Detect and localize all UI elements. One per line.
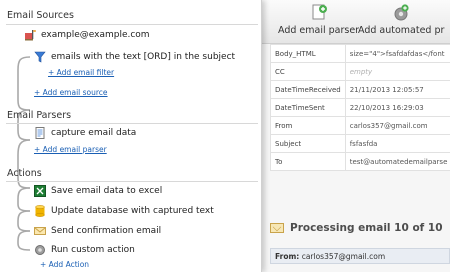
gear-add-icon [394, 4, 409, 21]
from-bar: From: carlos357@gmail.com [270, 248, 450, 264]
processing-text: Processing email 10 of 10 [290, 222, 443, 234]
email-parsers-title: Email Parsers [7, 110, 72, 121]
details-key: Body_HTML [270, 44, 346, 63]
details-value: empty [344, 62, 450, 81]
details-row: DateTimeSent 22/10/2013 16:29:03 [270, 98, 450, 117]
email-filter-label: emails with the text [ORD] in the subjec… [51, 52, 236, 62]
email-parser-label: capture email data [51, 128, 137, 138]
details-value: fsfasfda [344, 134, 450, 153]
details-row: Subject fsfasfda [270, 134, 450, 153]
add-automated-processor-button[interactable]: Add automated pr [358, 4, 444, 42]
add-email-source-link[interactable]: + Add email source [34, 88, 108, 97]
details-key: Subject [270, 134, 346, 153]
filter-icon [34, 51, 46, 63]
envelope-icon [270, 223, 284, 233]
processing-status: Processing email 10 of 10 [270, 222, 450, 242]
add-email-parser-button[interactable]: Add email parser [278, 4, 359, 42]
details-key: DateTimeSent [270, 98, 346, 117]
details-value: size="4">fsafdafdas</font [344, 44, 450, 63]
action-item[interactable]: Run custom action [34, 243, 135, 257]
add-email-filter-link[interactable]: + Add email filter [48, 68, 114, 77]
add-document-icon [312, 4, 327, 20]
details-value: carlos357@gmail.com [344, 116, 450, 135]
email-filter-item[interactable]: emails with the text [ORD] in the subjec… [34, 50, 235, 64]
details-key: From [270, 116, 346, 135]
details-key: DateTimeReceived [270, 80, 346, 99]
action-label: Update database with captured text [51, 206, 214, 216]
details-row: To test@automatedemailparse [270, 152, 450, 171]
action-item[interactable]: Send confirmation email [34, 224, 161, 238]
workflow-panel: Email Sources example@example.com emails… [0, 0, 262, 272]
add-email-parser-label: Add email parser [278, 25, 360, 36]
details-row: CC empty [270, 62, 450, 81]
document-icon [35, 127, 45, 139]
divider [6, 181, 258, 182]
from-label: From: [275, 252, 300, 261]
details-value: 21/11/2013 12:05:57 [344, 80, 450, 99]
details-value: 22/10/2013 16:29:03 [344, 98, 450, 117]
details-key: To [270, 152, 346, 171]
action-item[interactable]: Save email data to excel [34, 184, 162, 198]
action-label: Save email data to excel [51, 186, 163, 196]
add-automated-processor-label: Add automated pr [358, 25, 445, 36]
add-action-link[interactable]: + Add Action [40, 260, 89, 269]
excel-icon [34, 185, 46, 197]
database-icon [35, 205, 45, 217]
actions-title: Actions [7, 168, 42, 179]
action-item[interactable]: Update database with captured text [34, 204, 214, 218]
email-source-label: example@example.com [41, 30, 150, 40]
action-label: Send confirmation email [51, 226, 162, 236]
details-row: DateTimeReceived 21/11/2013 12:05:57 [270, 80, 450, 99]
mailbox-icon [25, 30, 36, 41]
gear-icon [35, 245, 45, 255]
details-value: test@automatedemailparse [344, 152, 450, 171]
email-source-item[interactable]: example@example.com [24, 28, 150, 42]
from-value: carlos357@gmail.com [301, 252, 386, 261]
email-details-table: Body_HTML size="4">fsafdafdas</font CC empt… [270, 44, 450, 171]
details-row: Body_HTML size="4">fsafdafdas</font [270, 44, 450, 63]
details-row: From carlos357@gmail.com [270, 116, 450, 135]
envelope-icon [34, 227, 46, 235]
email-sources-title: Email Sources [7, 10, 74, 21]
details-key: CC [270, 62, 346, 81]
divider [6, 24, 258, 25]
action-label: Run custom action [51, 245, 135, 255]
add-email-parser-link[interactable]: + Add email parser [34, 145, 107, 154]
divider [6, 123, 258, 124]
email-parser-item[interactable]: capture email data [34, 126, 136, 140]
